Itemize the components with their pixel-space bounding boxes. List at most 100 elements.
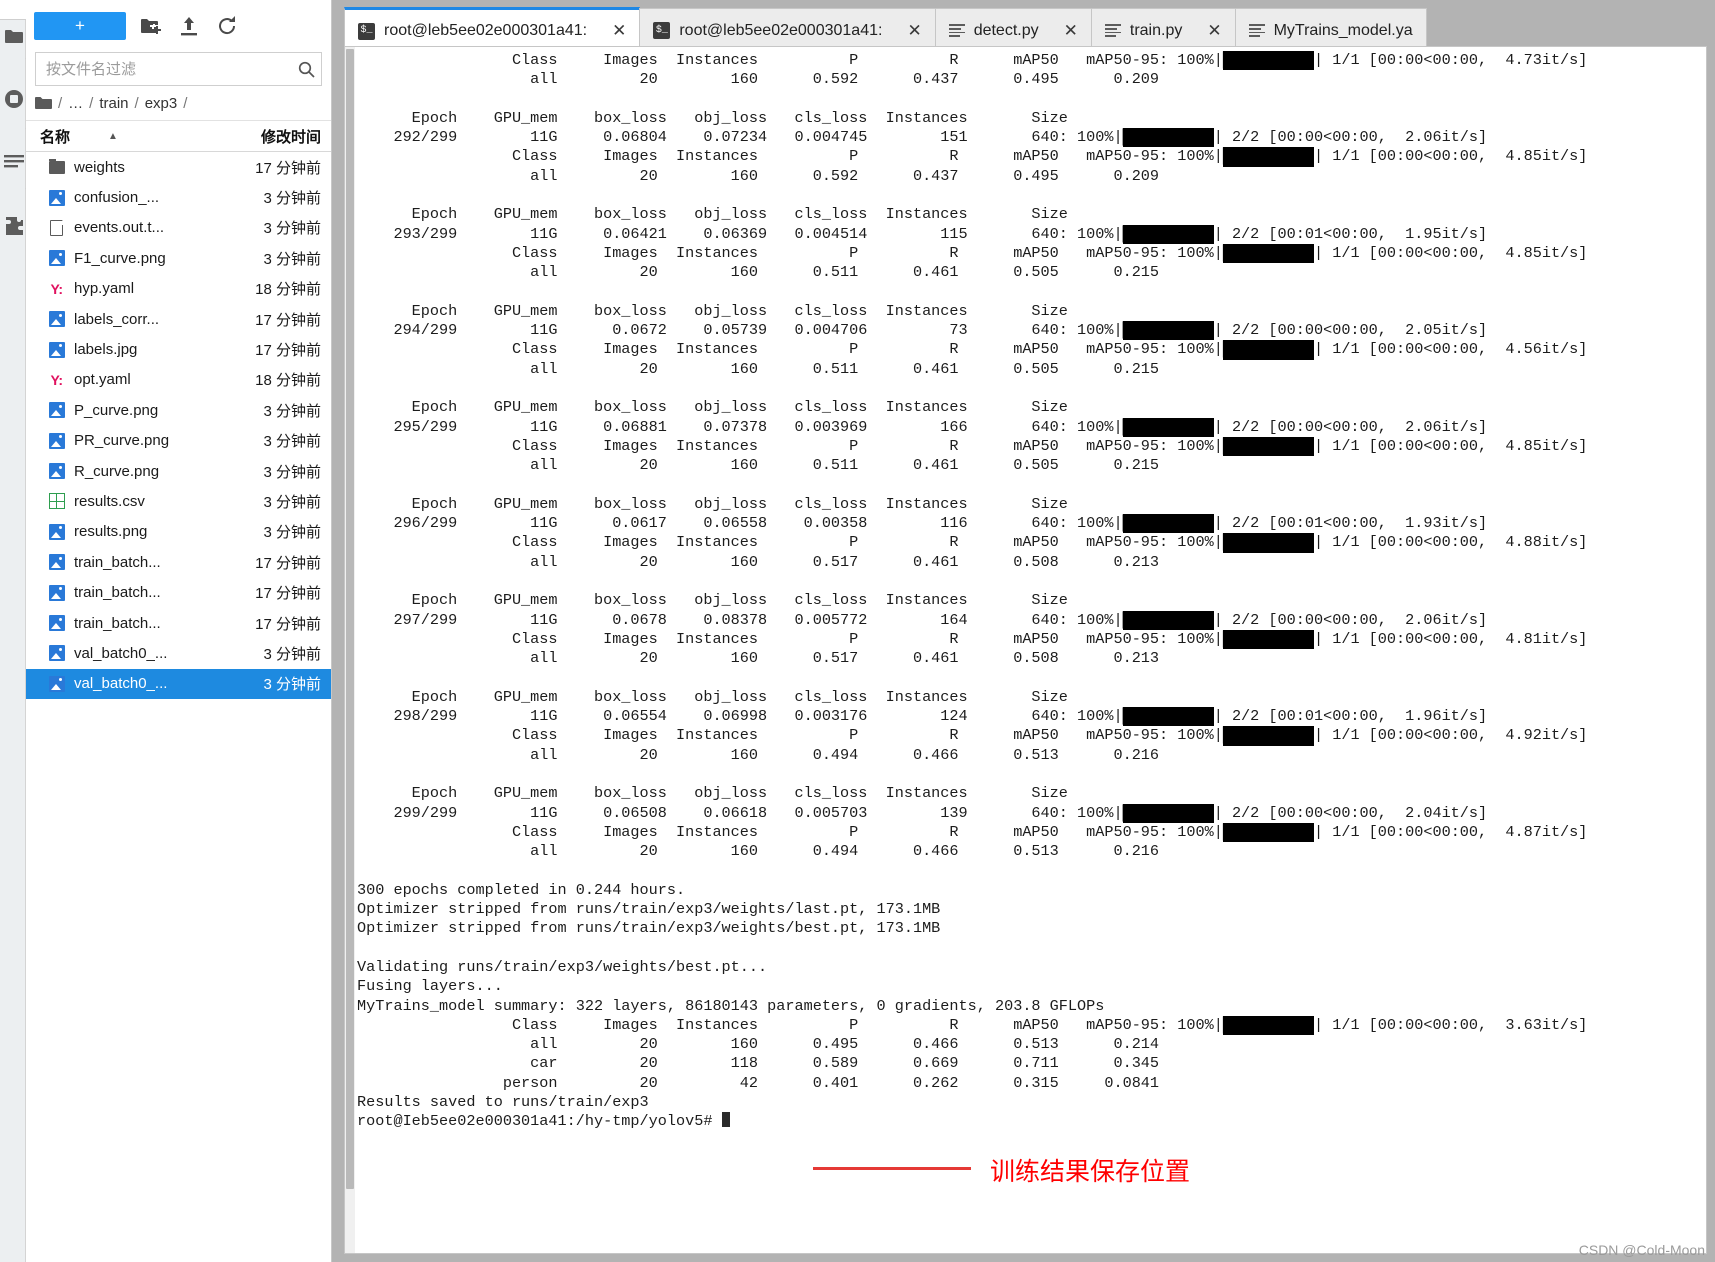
file-row[interactable]: labels_corr... 17 分钟前 xyxy=(26,304,331,334)
file-row[interactable]: confusion_... 3 分钟前 xyxy=(26,182,331,212)
progress-bar: ██████████ xyxy=(1222,533,1314,553)
yaml-icon: Y: xyxy=(50,280,63,297)
terminal-line: person 20 42 0.401 0.262 0.315 0.0841 xyxy=(357,1073,1160,1092)
file-modified-label: 3 分钟前 xyxy=(263,402,321,420)
terminal-scrollbar-thumb[interactable] xyxy=(346,49,354,1189)
file-name-cell[interactable]: confusion_... xyxy=(26,189,205,206)
file-name-cell[interactable]: weights xyxy=(26,158,205,176)
tab-close-icon[interactable]: ✕ xyxy=(1064,21,1078,41)
folder-icon xyxy=(48,158,65,176)
new-folder-icon[interactable] xyxy=(138,13,164,39)
image-icon xyxy=(48,584,65,601)
terminal-line: 299/299 11G 0.06508 0.06618 0.005703 139… xyxy=(357,803,1488,823)
file-name-cell[interactable]: train_batch... xyxy=(26,584,205,601)
file-row[interactable]: PR_curve.png 3 分钟前 xyxy=(26,426,331,456)
image-icon xyxy=(48,311,65,328)
file-name-label: F1_curve.png xyxy=(74,249,166,267)
tab-close-icon[interactable]: ✕ xyxy=(907,21,921,41)
file-modified-label: 17 分钟前 xyxy=(255,554,321,572)
file-name-cell[interactable]: events.out.t... xyxy=(26,219,205,236)
document-icon xyxy=(948,23,965,39)
file-row[interactable]: val_batch0_... 3 分钟前 xyxy=(26,638,331,668)
file-name-cell[interactable]: val_batch0_... xyxy=(26,645,205,662)
terminal-line: Class Images Instances P R mAP50 mAP50-9… xyxy=(357,629,1588,650)
file-name-cell[interactable]: val_batch0_... xyxy=(26,675,205,692)
image-icon xyxy=(48,341,65,358)
file-name-cell[interactable]: train_batch... xyxy=(26,554,205,571)
breadcrumb-sep-1: / xyxy=(89,94,94,112)
file-name-cell[interactable]: R_curve.png xyxy=(26,463,205,480)
file-row[interactable]: F1_curve.png 3 分钟前 xyxy=(26,243,331,273)
tab-bar[interactable]: $_ root@leb5ee02e000301a41: ✕ $_ root@leb5ee… xyxy=(332,0,1715,52)
terminal-line: MyTrains_model summary: 322 layers, 8618… xyxy=(357,996,1105,1015)
breadcrumb[interactable]: / … / train / exp3 / xyxy=(26,86,331,120)
terminal-scrollbar[interactable] xyxy=(345,47,355,1253)
file-name-cell[interactable]: Y: hyp.yaml xyxy=(26,280,205,297)
file-name-cell[interactable]: labels.jpg xyxy=(26,341,205,358)
breadcrumb-ellipsis[interactable]: … xyxy=(68,95,83,112)
commands-list-icon[interactable] xyxy=(3,150,24,171)
progress-bar: ██████████ xyxy=(1122,707,1214,727)
terminal-output[interactable]: Class Images Instances P R mAP50 mAP50-9… xyxy=(355,47,1706,1253)
terminal-line: Epoch GPU_mem box_loss obj_loss cls_loss… xyxy=(357,108,1068,127)
file-modified-label: 3 分钟前 xyxy=(263,676,321,694)
breadcrumb-item-train[interactable]: train xyxy=(99,95,128,112)
tab-label: root@leb5ee02e000301a41: xyxy=(384,22,588,39)
file-name-label: opt.yaml xyxy=(74,371,131,389)
file-row[interactable]: weights 17 分钟前 xyxy=(26,152,331,182)
file-row[interactable]: train_batch... 17 分钟前 xyxy=(26,547,331,577)
file-name-cell[interactable]: labels_corr... xyxy=(26,311,205,328)
tab-label: root@leb5ee02e000301a41: xyxy=(679,21,883,39)
file-row[interactable]: train_batch... 17 分钟前 xyxy=(26,608,331,638)
filter-input[interactable] xyxy=(36,53,291,85)
extensions-puzzle-icon[interactable] xyxy=(3,215,24,236)
file-name-cell[interactable]: PR_curve.png xyxy=(26,432,205,449)
running-terminals-icon[interactable] xyxy=(3,88,24,109)
file-row[interactable]: Y: opt.yaml 18 分钟前 xyxy=(26,365,331,395)
breadcrumb-item-exp3[interactable]: exp3 xyxy=(145,95,178,112)
file-modified-label: 3 分钟前 xyxy=(263,190,321,208)
sort-ascending-icon[interactable]: ▲ xyxy=(108,131,118,142)
filter-box[interactable] xyxy=(35,52,322,86)
terminal-line: Validating runs/train/exp3/weights/best.… xyxy=(357,957,768,976)
tab-close-icon[interactable]: ✕ xyxy=(1207,21,1221,41)
file-name-cell[interactable]: P_curve.png xyxy=(26,402,205,419)
file-row[interactable]: R_curve.png 3 分钟前 xyxy=(26,456,331,486)
terminal-line: Class Images Instances P R mAP50 mAP50-9… xyxy=(357,533,1588,553)
progress-bar: ██████████ xyxy=(1222,1015,1314,1036)
breadcrumb-folder-icon[interactable] xyxy=(35,96,52,110)
refresh-icon[interactable] xyxy=(214,13,240,39)
file-row[interactable]: results.png 3 分钟前 xyxy=(26,517,331,547)
file-row[interactable]: events.out.t... 3 分钟前 xyxy=(26,213,331,243)
file-name-cell[interactable]: results.csv xyxy=(26,493,205,510)
image-icon xyxy=(48,645,65,662)
folder-icon[interactable] xyxy=(3,26,24,47)
file-modified-label: 17 分钟前 xyxy=(255,585,321,603)
column-header-modified[interactable]: 修改时间 xyxy=(205,126,331,147)
file-list[interactable]: weights 17 分钟前 confusion_... 3 分钟前 events.ou… xyxy=(26,152,331,1262)
file-name-cell[interactable]: Y: opt.yaml xyxy=(26,371,205,388)
file-row[interactable]: results.csv 3 分钟前 xyxy=(26,486,331,516)
file-row[interactable]: val_batch0_... 3 分钟前 xyxy=(26,668,331,700)
progress-bar: ██████████ xyxy=(1122,417,1214,437)
file-row[interactable]: P_curve.png 3 分钟前 xyxy=(26,395,331,425)
terminal-line: all 20 160 0.494 0.466 0.513 0.216 xyxy=(357,745,1160,764)
file-name-cell[interactable]: results.png xyxy=(26,523,205,540)
terminal-line: Epoch GPU_mem box_loss obj_loss cls_loss… xyxy=(357,301,1068,320)
search-icon[interactable] xyxy=(291,61,321,78)
column-header-name[interactable]: 名称 ▲ xyxy=(26,126,205,147)
file-row[interactable]: Y: hyp.yaml 18 分钟前 xyxy=(26,274,331,304)
file-row[interactable]: labels.jpg 17 分钟前 xyxy=(26,334,331,364)
file-row[interactable]: train_batch... 17 分钟前 xyxy=(26,577,331,607)
tab-close-icon[interactable]: ✕ xyxy=(612,21,626,41)
file-modified-label: 3 分钟前 xyxy=(263,524,321,542)
file-name-cell[interactable]: F1_curve.png xyxy=(26,250,205,267)
file-name-cell[interactable]: train_batch... xyxy=(26,615,205,632)
upload-icon[interactable] xyxy=(176,13,202,39)
terminal-line: Class Images Instances P R mAP50 mAP50-9… xyxy=(357,436,1588,457)
new-launcher-button[interactable]: + xyxy=(34,12,126,40)
